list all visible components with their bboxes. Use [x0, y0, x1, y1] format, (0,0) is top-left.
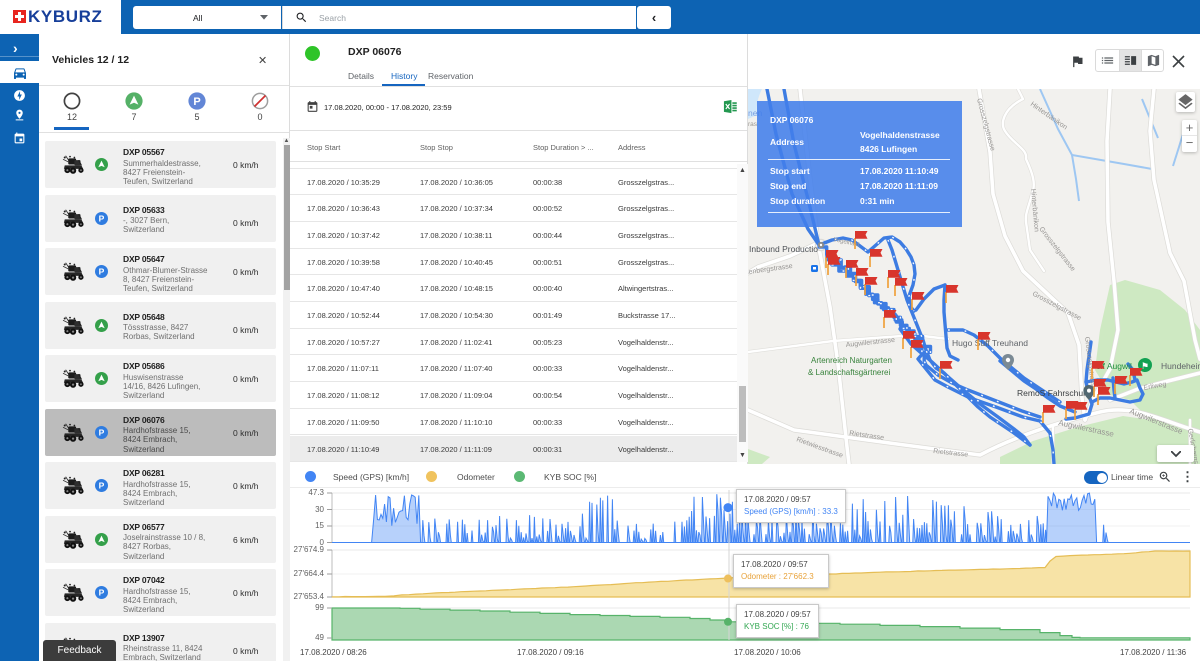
- svg-text:Hundeheim: Hundeheim: [1161, 361, 1200, 371]
- svg-text:P: P: [99, 481, 105, 491]
- svg-text:& Landschaftsgärtnerei: & Landschaftsgärtnerei: [808, 368, 890, 377]
- svg-text:P: P: [99, 588, 105, 598]
- svg-text:Inbound Productio: Inbound Productio: [749, 244, 818, 254]
- svg-text:P: P: [99, 427, 105, 437]
- svg-text:⚑: ⚑: [1141, 361, 1149, 371]
- svg-text:P: P: [193, 96, 200, 108]
- svg-text:RemoS Fahrschule: RemoS Fahrschule: [1017, 388, 1090, 398]
- svg-text:P: P: [99, 267, 105, 277]
- svg-text:Artenreich Naturgarten: Artenreich Naturgarten: [811, 356, 892, 365]
- svg-text:P: P: [99, 213, 105, 223]
